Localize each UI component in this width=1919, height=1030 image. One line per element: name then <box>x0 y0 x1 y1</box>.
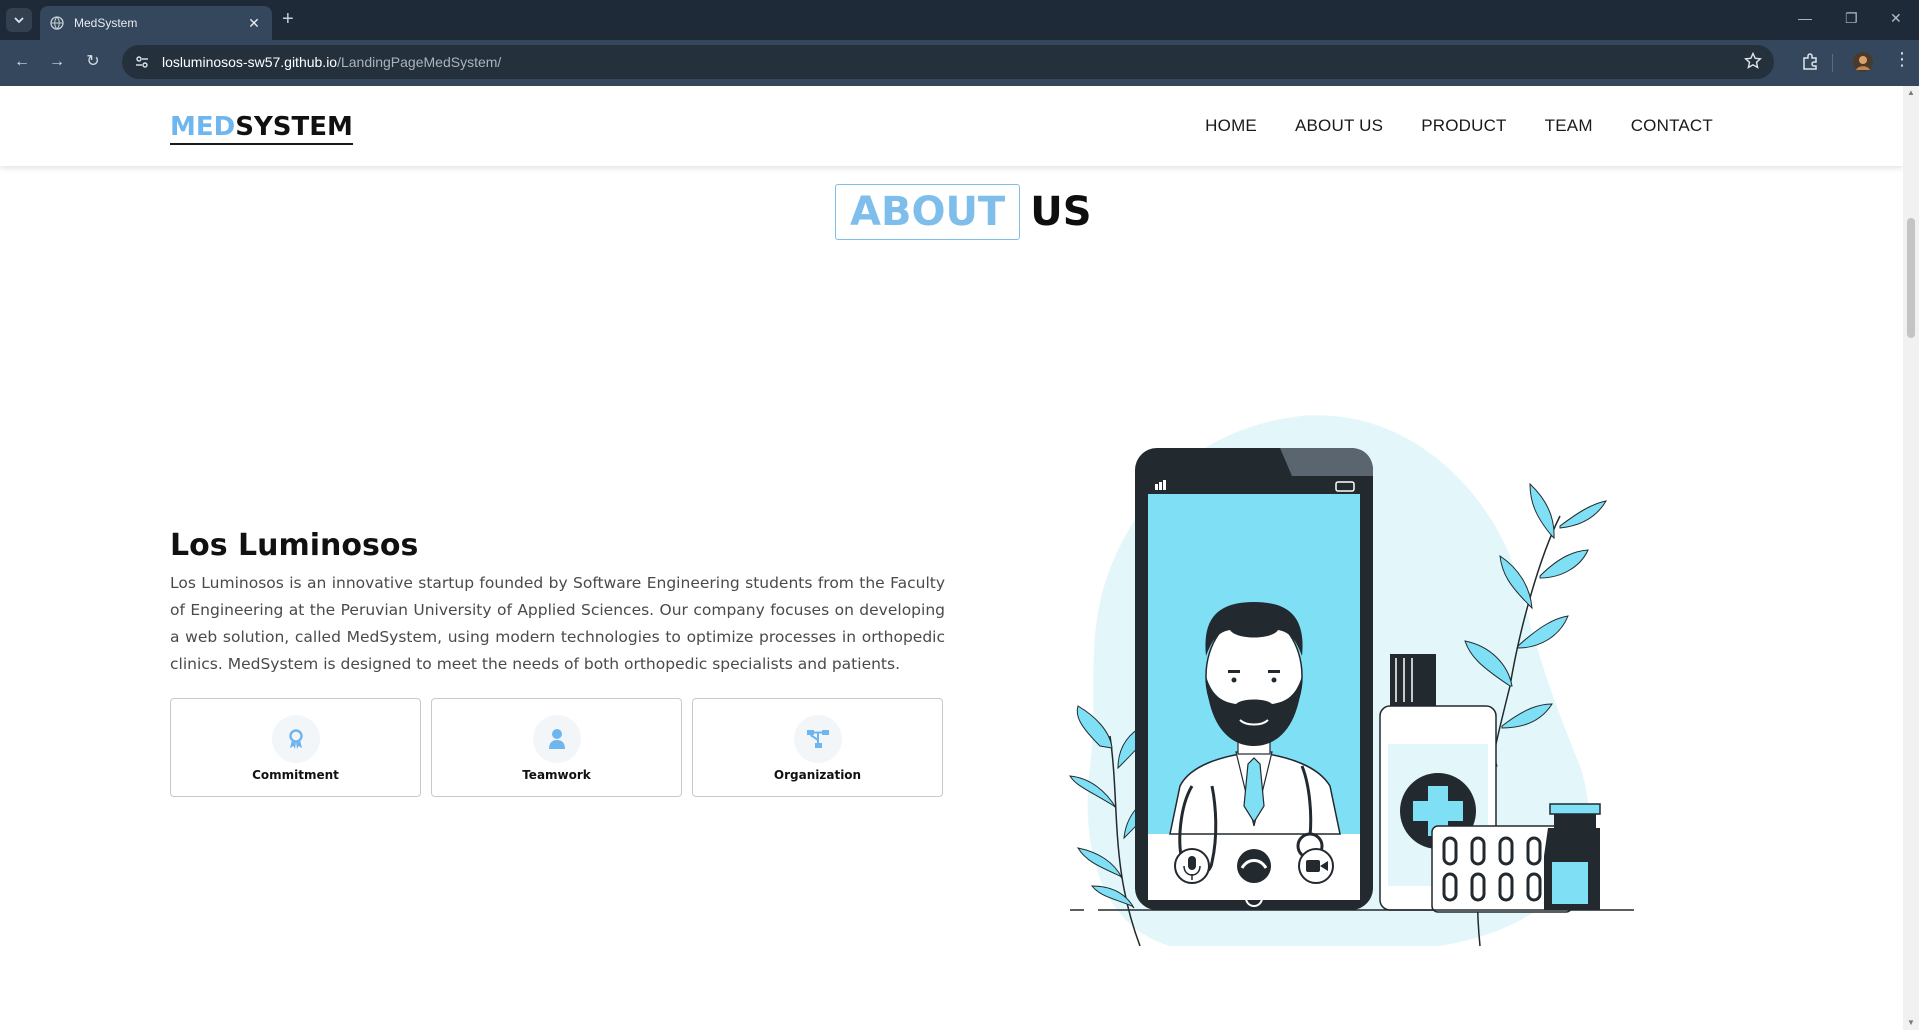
reload-button[interactable]: ↻ <box>83 53 103 71</box>
site-info-icon[interactable] <box>134 54 150 70</box>
back-button[interactable]: ← <box>12 53 32 71</box>
site-logo[interactable]: MEDSYSTEM <box>170 112 353 145</box>
section-title-plain: US <box>1030 189 1092 235</box>
url-path: /LandingPageMedSystem/ <box>337 54 502 70</box>
value-card-organization: Organization <box>692 698 943 797</box>
scroll-up-arrow[interactable]: ▲ <box>1907 88 1915 97</box>
value-icon-wrap <box>532 715 581 763</box>
scroll-thumb[interactable] <box>1907 218 1915 338</box>
main-nav: HOME ABOUT US PRODUCT TEAM CONTACT <box>1205 116 1713 136</box>
logo-part-system: SYSTEM <box>235 112 353 142</box>
tab-title: MedSystem <box>74 16 138 30</box>
bookmark-star-icon[interactable] <box>1744 52 1762 70</box>
logo-part-med: MED <box>170 112 236 142</box>
browser-tabbar: MedSystem ✕ + — ❐ ✕ <box>0 0 1919 40</box>
browser-tab-active[interactable]: MedSystem ✕ <box>40 6 272 40</box>
toolbar-divider <box>1832 54 1833 72</box>
value-label: Teamwork <box>522 768 591 782</box>
browser-menu-icon[interactable]: ⋮ <box>1893 49 1911 70</box>
hierarchy-icon <box>806 730 829 748</box>
url-host: losluminosos-sw57.github.io <box>162 54 338 70</box>
values-row: Commitment Teamwork Organization <box>170 698 943 797</box>
value-label: Organization <box>773 768 862 782</box>
value-card-teamwork: Teamwork <box>431 698 682 797</box>
value-icon-wrap <box>793 715 842 763</box>
user-icon <box>548 729 565 749</box>
chevron-down-icon <box>14 17 24 24</box>
nav-home[interactable]: HOME <box>1205 116 1257 136</box>
extensions-icon[interactable] <box>1800 52 1820 72</box>
restore-button[interactable]: ❐ <box>1845 10 1858 27</box>
tab-search-button[interactable] <box>6 8 32 32</box>
address-bar[interactable]: losluminosos-sw57.github.io/LandingPageM… <box>122 45 1774 79</box>
scroll-down-arrow[interactable]: ▼ <box>1907 1018 1915 1027</box>
section-title-boxed: ABOUT <box>835 184 1021 240</box>
page-viewport: MEDSYSTEM HOME ABOUT US PRODUCT TEAM CON… <box>0 86 1903 1030</box>
company-name: Los Luminosos <box>170 528 419 563</box>
section-title: ABOUT US <box>835 184 1092 240</box>
nav-team[interactable]: TEAM <box>1545 116 1593 136</box>
close-window-button[interactable]: ✕ <box>1890 10 1902 27</box>
profile-avatar[interactable] <box>1852 51 1874 73</box>
minimize-button[interactable]: — <box>1798 10 1812 26</box>
url-text: losluminosos-sw57.github.io/LandingPageM… <box>162 54 501 70</box>
browser-toolbar: ← → ↻ losluminosos-sw57.github.io/Landin… <box>0 40 1919 86</box>
nav-product[interactable]: PRODUCT <box>1421 116 1506 136</box>
site-header: MEDSYSTEM HOME ABOUT US PRODUCT TEAM CON… <box>0 86 1903 166</box>
value-icon-wrap <box>271 715 320 763</box>
ribbon-icon <box>288 729 303 749</box>
nav-about-us[interactable]: ABOUT US <box>1295 116 1383 136</box>
nav-contact[interactable]: CONTACT <box>1631 116 1713 136</box>
call-controls <box>1174 848 1334 884</box>
page-scrollbar[interactable]: ▲ ▼ <box>1903 86 1919 1030</box>
tab-close-icon[interactable]: ✕ <box>246 15 262 32</box>
telemedicine-illustration <box>1069 415 1634 947</box>
company-description: Los Luminosos is an innovative startup f… <box>170 574 945 673</box>
value-label: Commitment <box>252 768 339 782</box>
new-tab-button[interactable]: + <box>282 9 294 29</box>
forward-button[interactable]: → <box>47 53 67 71</box>
value-card-commitment: Commitment <box>170 698 421 797</box>
globe-icon <box>50 16 64 30</box>
